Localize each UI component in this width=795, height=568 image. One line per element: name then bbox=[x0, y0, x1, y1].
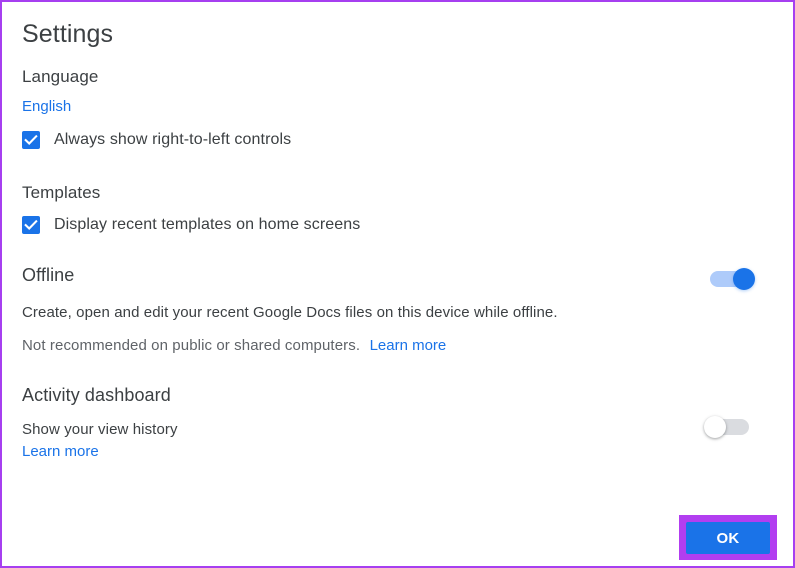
checkbox-row-recent-templates[interactable]: Display recent templates on home screens bbox=[22, 214, 771, 236]
section-heading-activity-dashboard: Activity dashboard bbox=[22, 385, 171, 405]
checkbox-label-rtl-controls: Always show right-to-left controls bbox=[54, 131, 292, 148]
section-offline: Offline Create, open and edit your recen… bbox=[22, 264, 771, 356]
ok-button[interactable]: OK bbox=[686, 522, 770, 554]
section-language: Language English Always show right-to-le… bbox=[22, 66, 771, 151]
activity-dashboard-toggle[interactable] bbox=[704, 416, 749, 438]
offline-warning-line: Not recommended on public or shared comp… bbox=[22, 336, 771, 356]
offline-warning-text: Not recommended on public or shared comp… bbox=[22, 337, 361, 354]
offline-toggle[interactable] bbox=[710, 268, 755, 290]
language-link[interactable]: English bbox=[22, 97, 71, 117]
section-activity-dashboard: Activity dashboard Show your view histor… bbox=[22, 384, 771, 462]
activity-dashboard-description: Show your view history bbox=[22, 421, 178, 438]
offline-toggle-knob bbox=[733, 268, 755, 290]
checkbox-row-rtl-controls[interactable]: Always show right-to-left controls bbox=[22, 129, 771, 151]
offline-description: Create, open and edit your recent Google… bbox=[22, 304, 558, 321]
section-heading-language: Language bbox=[22, 67, 99, 86]
section-heading-templates: Templates bbox=[22, 183, 101, 202]
section-templates: Templates Display recent templates on ho… bbox=[22, 182, 771, 236]
checkbox-checked-icon[interactable] bbox=[22, 131, 40, 149]
activity-dashboard-toggle-knob bbox=[704, 416, 726, 438]
checkbox-label-recent-templates: Display recent templates on home screens bbox=[54, 216, 361, 233]
settings-dialog: Settings Language English Always show ri… bbox=[0, 0, 795, 568]
page-title: Settings bbox=[22, 20, 114, 48]
checkbox-checked-icon[interactable] bbox=[22, 216, 40, 234]
dialog-content: Settings Language English Always show ri… bbox=[2, 2, 793, 566]
activity-dashboard-learn-more-link[interactable]: Learn more bbox=[22, 442, 99, 462]
offline-learn-more-link[interactable]: Learn more bbox=[370, 336, 447, 356]
section-heading-offline: Offline bbox=[22, 265, 75, 285]
